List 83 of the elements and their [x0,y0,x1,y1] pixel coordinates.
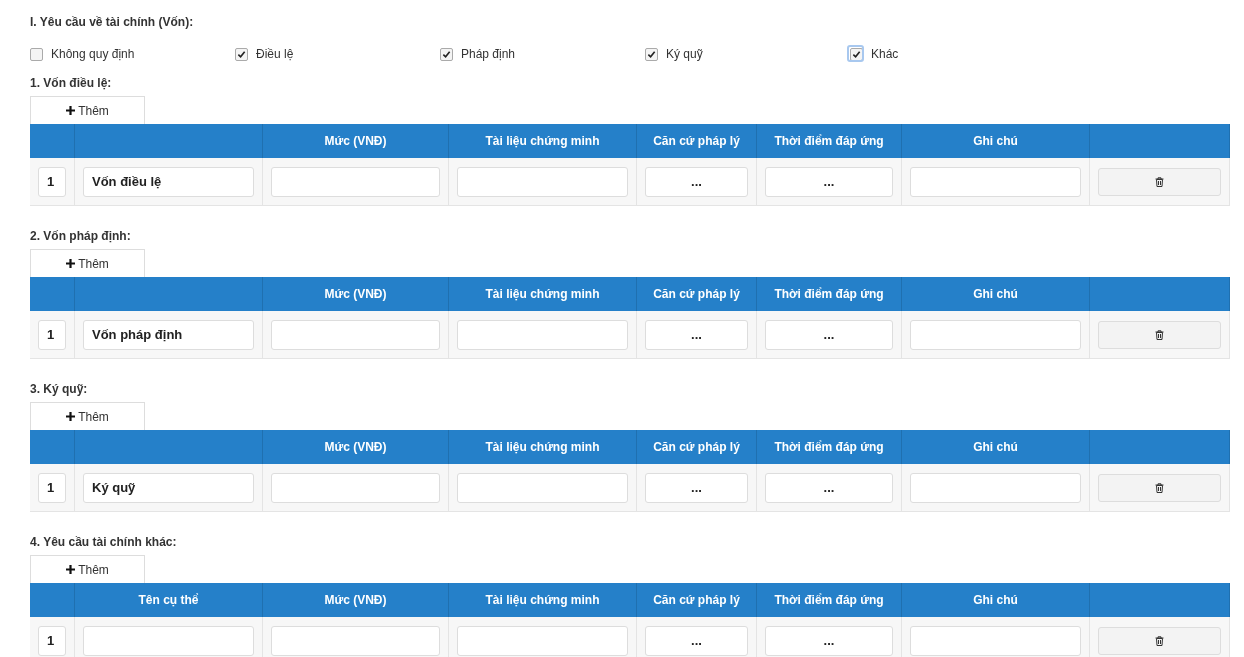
section-title: 1. Vốn điều lệ: [30,76,113,90]
trash-icon [1155,329,1164,340]
note-field[interactable] [910,472,1081,503]
column-header: Mức (VNĐ) [263,583,449,617]
column-header: Thời điểm đáp ứng [757,124,902,158]
column-header: Ghi chú [902,583,1090,617]
deadline-field[interactable]: ... [765,472,893,503]
note-field[interactable] [910,319,1081,350]
table-header [30,124,75,158]
checkbox[interactable] [440,47,453,61]
column-header: Tài liệu chứng minh [449,124,637,158]
index-field[interactable]: 1 [38,625,66,656]
column-header: Tài liệu chứng minh [449,277,637,311]
checkbox[interactable] [235,47,248,61]
column-header: Mức (VNĐ) [263,124,449,158]
legal-basis-field[interactable]: ... [645,625,748,656]
delete-button[interactable] [1098,626,1221,655]
document-field[interactable] [457,625,628,656]
column-header: Căn cứ pháp lý [637,277,757,311]
section-title: 3. Ký quỹ: [30,382,89,396]
document-field[interactable] [457,319,628,350]
name-field[interactable] [83,625,254,656]
column-header: Căn cứ pháp lý [637,124,757,158]
column-header: Ghi chú [902,124,1090,158]
delete-button[interactable] [1098,320,1221,349]
deadline-field[interactable]: ... [765,319,893,350]
table-header [30,277,75,311]
name-field[interactable]: Ký quỹ [83,472,254,503]
amount-field[interactable] [271,319,440,350]
plus-icon [66,565,76,574]
note-field[interactable] [910,166,1081,197]
add-button[interactable]: Thêm [30,249,145,277]
trash-icon [1155,635,1164,646]
add-button[interactable]: Thêm [30,96,145,124]
checkbox-label: Điều lệ [256,47,294,61]
index-field[interactable]: 1 [38,472,66,503]
index-field[interactable]: 1 [38,319,66,350]
column-header: Tài liệu chứng minh [449,430,637,464]
delete-button[interactable] [1098,167,1221,196]
document-field[interactable] [457,472,628,503]
section-heading: I. Yêu cầu về tài chính (Vốn): [30,14,195,30]
checkbox[interactable] [30,47,43,61]
column-header: Tên cụ thể [75,583,263,617]
column-header: Thời điểm đáp ứng [757,277,902,311]
column-header: Thời điểm đáp ứng [757,430,902,464]
name-field[interactable]: Vốn điều lệ [83,166,254,197]
deadline-field[interactable]: ... [765,166,893,197]
plus-icon [66,106,76,115]
column-header: Căn cứ pháp lý [637,430,757,464]
column-header: Ghi chú [902,277,1090,311]
add-button[interactable]: Thêm [30,555,145,583]
column-header: Căn cứ pháp lý [637,583,757,617]
checkbox[interactable] [645,47,658,61]
legal-basis-field[interactable]: ... [645,472,748,503]
checkbox-label: Khác [871,47,899,61]
plus-icon [66,259,76,268]
checkbox-label: Pháp định [461,47,516,61]
column-header: Ghi chú [902,430,1090,464]
section-title: 2. Vốn pháp định: [30,229,132,243]
note-field[interactable] [910,625,1081,656]
legal-basis-field[interactable]: ... [645,166,748,197]
index-field[interactable]: 1 [38,166,66,197]
checkbox-label: Không quy định [51,47,135,61]
delete-button[interactable] [1098,473,1221,502]
amount-field[interactable] [271,625,440,656]
column-header: Mức (VNĐ) [263,430,449,464]
deadline-field[interactable]: ... [765,625,893,656]
amount-field[interactable] [271,166,440,197]
column-header: Tài liệu chứng minh [449,583,637,617]
checkbox-label: Ký quỹ [666,47,703,61]
plus-icon [66,412,76,421]
section-title: 4. Yêu cầu tài chính khác: [30,535,178,549]
column-header: Thời điểm đáp ứng [757,583,902,617]
trash-icon [1155,176,1164,187]
document-field[interactable] [457,166,628,197]
name-field[interactable]: Vốn pháp định [83,319,254,350]
table-header [30,430,75,464]
table-header [30,583,75,617]
amount-field[interactable] [271,472,440,503]
trash-icon [1155,482,1164,493]
legal-basis-field[interactable]: ... [645,319,748,350]
column-header: Mức (VNĐ) [263,277,449,311]
add-button[interactable]: Thêm [30,402,145,430]
